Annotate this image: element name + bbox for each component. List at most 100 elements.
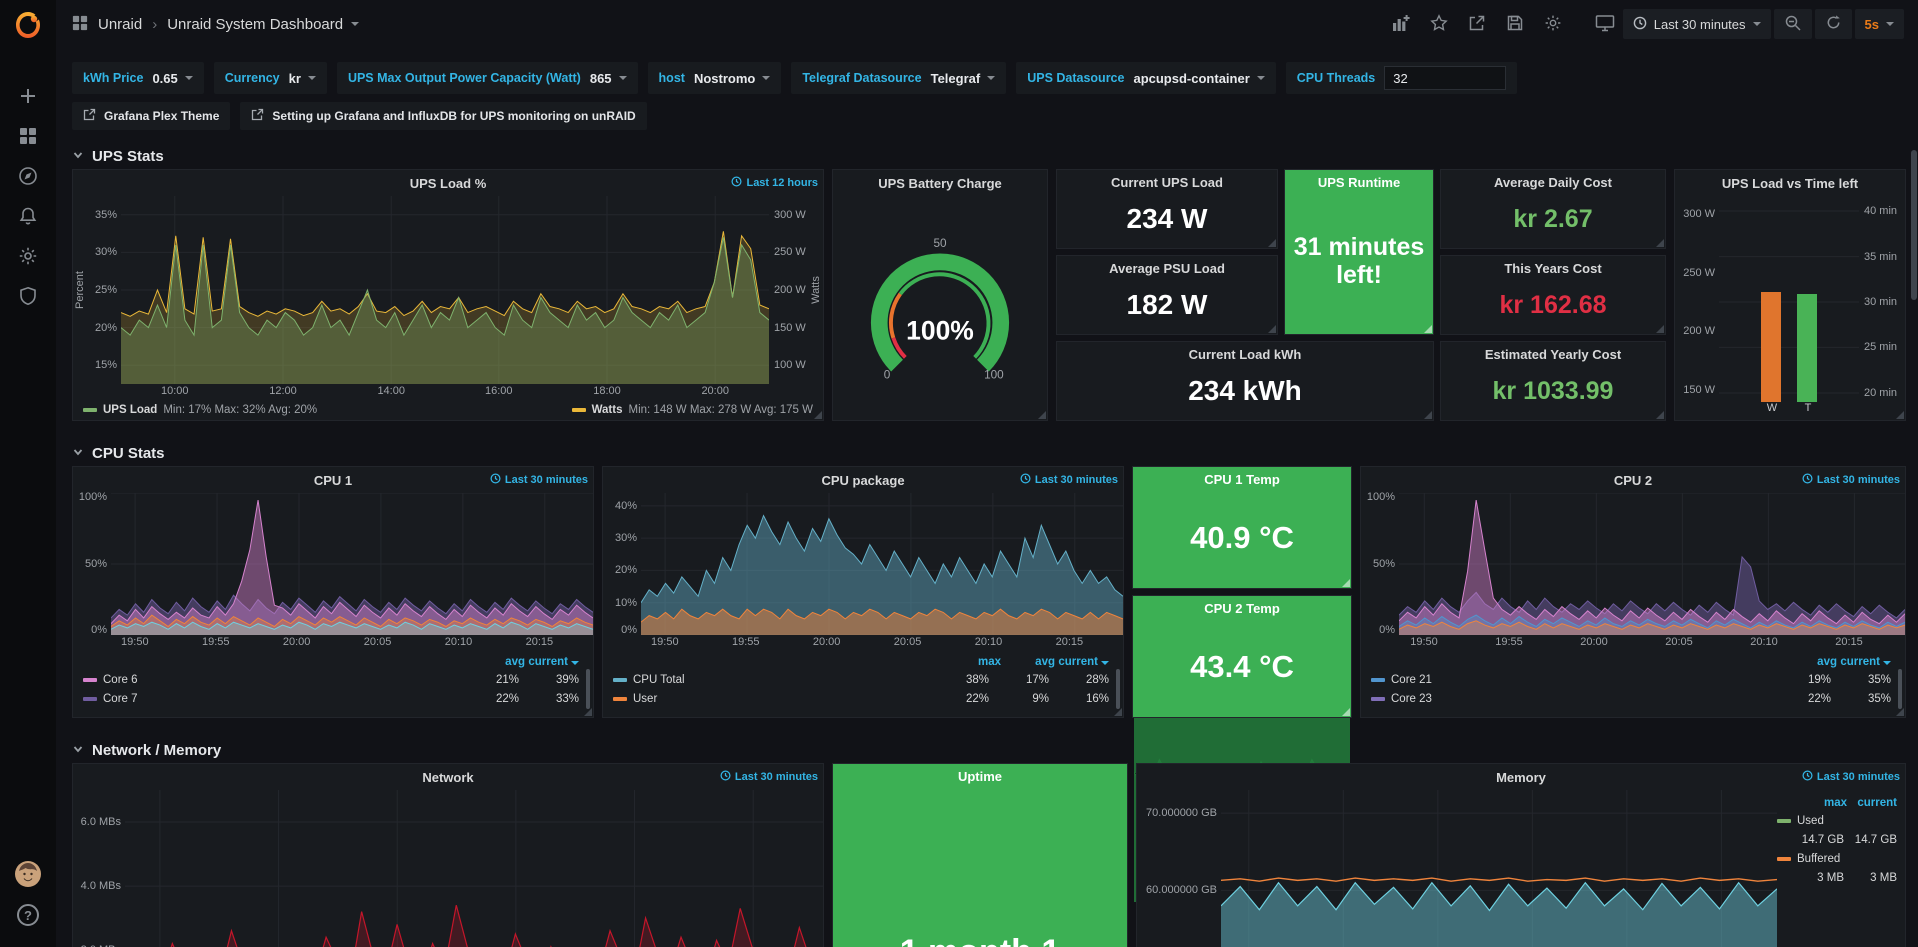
panel-time-override[interactable]: Last 30 minutes	[720, 770, 818, 784]
legend-sort-avg[interactable]: avg	[471, 656, 525, 668]
panel-resize-handle[interactable]	[1268, 239, 1276, 247]
cpu1-plot[interactable]	[111, 493, 593, 635]
time-range-picker[interactable]: Last 30 minutes	[1623, 9, 1771, 39]
panel-time-override[interactable]: Last 30 minutes	[1802, 770, 1900, 784]
panel-time-override[interactable]: Last 30 minutes	[490, 473, 588, 487]
variable-kwh-price[interactable]: kWh Price 0.65	[72, 62, 204, 94]
panel-title[interactable]: CPU 1	[314, 473, 352, 488]
variable-ups-datasource[interactable]: UPS Datasource apcupsd-container	[1016, 62, 1276, 94]
dashboard-settings-button[interactable]	[1538, 9, 1568, 39]
link-grafana-plex-theme[interactable]: Grafana Plex Theme	[72, 102, 230, 130]
panel-resize-handle[interactable]	[814, 411, 822, 419]
cpu2-plot[interactable]	[1399, 493, 1905, 635]
save-dashboard-button[interactable]	[1500, 9, 1530, 39]
cpu-threads-input[interactable]	[1384, 66, 1506, 90]
legend-series[interactable]: Core 23	[1391, 693, 1771, 705]
panel-resize-handle[interactable]	[1114, 708, 1122, 716]
panel-title[interactable]: CPU 2 Temp	[1204, 601, 1280, 616]
panel-time-override[interactable]: Last 12 hours	[731, 176, 818, 190]
panel-resize-handle[interactable]	[1342, 708, 1350, 716]
cycle-view-mode-button[interactable]	[1590, 9, 1620, 39]
zoom-out-time-button[interactable]	[1774, 9, 1812, 39]
legend-series[interactable]: User	[633, 693, 929, 705]
page-scrollbar[interactable]	[1911, 150, 1917, 300]
user-avatar[interactable]	[8, 855, 48, 895]
sidebar-item-dashboards[interactable]	[8, 117, 48, 157]
panel-resize-handle[interactable]	[1656, 239, 1664, 247]
star-dashboard-button[interactable]	[1424, 9, 1454, 39]
sidebar-item-create[interactable]	[8, 77, 48, 117]
refresh-interval-dropdown[interactable]: 5s	[1855, 9, 1904, 39]
variable-currency[interactable]: Currency kr	[214, 62, 327, 94]
panel-title[interactable]: Uptime	[958, 769, 1002, 784]
dashboard-title[interactable]: Unraid System Dashboard	[167, 16, 343, 33]
panel-resize-handle[interactable]	[1656, 411, 1664, 419]
panel-resize-handle[interactable]	[1424, 325, 1432, 333]
variable-telegraf-datasource[interactable]: Telegraf Datasource Telegraf	[791, 62, 1006, 94]
variable-host[interactable]: host Nostromo	[648, 62, 782, 94]
cpu-package-plot[interactable]	[641, 493, 1123, 635]
panel-title[interactable]: This Years Cost	[1504, 261, 1601, 276]
sidebar-item-alerting[interactable]	[8, 197, 48, 237]
link-ups-monitoring-guide[interactable]: Setting up Grafana and InfluxDB for UPS …	[240, 102, 646, 130]
panel-title[interactable]: UPS Load %	[410, 176, 487, 191]
legend-sort-avg[interactable]: avg	[1001, 656, 1055, 668]
panel-title[interactable]: Estimated Yearly Cost	[1485, 347, 1621, 362]
memory-plot[interactable]	[1221, 790, 1777, 947]
legend-scrollbar[interactable]	[586, 669, 590, 709]
panel-title[interactable]: Average PSU Load	[1109, 261, 1225, 276]
legend-series[interactable]: Core 6	[103, 674, 459, 686]
panel-resize-handle[interactable]	[1424, 411, 1432, 419]
panel-title[interactable]: CPU package	[821, 473, 904, 488]
panel-title[interactable]: CPU 2	[1614, 473, 1652, 488]
legend-series[interactable]: Core 21	[1391, 674, 1771, 686]
legend-sort-max[interactable]: max	[1797, 797, 1847, 809]
variable-ups-max-output[interactable]: UPS Max Output Power Capacity (Watt) 865	[337, 62, 638, 94]
ups-bars-plot[interactable]	[1719, 202, 1859, 402]
legend-sort-current[interactable]: current	[1055, 656, 1109, 668]
legend-sort-max[interactable]: max	[947, 656, 1001, 668]
panel-title[interactable]: UPS Load vs Time left	[1722, 176, 1858, 191]
dashboard-grid-icon[interactable]	[72, 15, 88, 34]
sidebar-item-help[interactable]: ?	[8, 895, 48, 935]
legend-series[interactable]: Buffered	[1797, 853, 1897, 865]
ups-load-plot[interactable]	[121, 196, 769, 384]
panel-title[interactable]: Current Load kWh	[1189, 347, 1302, 362]
legend-sort-current[interactable]: current	[1847, 797, 1897, 809]
legend-series[interactable]: Watts	[592, 404, 623, 416]
panel-title[interactable]: Memory	[1496, 770, 1546, 785]
sidebar-item-server-admin[interactable]	[8, 277, 48, 317]
panel-resize-handle[interactable]	[584, 708, 592, 716]
panel-resize-handle[interactable]	[1038, 411, 1046, 419]
legend-sort-current[interactable]: current	[525, 656, 579, 668]
network-plot[interactable]	[125, 790, 823, 947]
legend-scrollbar[interactable]	[1898, 669, 1902, 709]
grafana-logo[interactable]	[13, 10, 43, 43]
panel-title[interactable]: Average Daily Cost	[1494, 175, 1612, 190]
sidebar-item-explore[interactable]	[8, 157, 48, 197]
legend-sort-avg[interactable]: avg	[1783, 656, 1837, 668]
panel-resize-handle[interactable]	[1896, 411, 1904, 419]
panel-resize-handle[interactable]	[1268, 325, 1276, 333]
panel-time-override[interactable]: Last 30 minutes	[1020, 473, 1118, 487]
legend-series[interactable]: UPS Load	[103, 404, 157, 416]
section-ups-stats[interactable]: UPS Stats	[72, 148, 1906, 165]
refresh-button[interactable]	[1815, 9, 1852, 39]
panel-title[interactable]: CPU 1 Temp	[1204, 472, 1280, 487]
legend-series[interactable]: Core 7	[103, 693, 459, 705]
add-panel-button[interactable]	[1386, 9, 1416, 39]
section-network-memory[interactable]: Network / Memory	[72, 742, 1906, 759]
panel-title[interactable]: UPS Battery Charge	[878, 176, 1002, 191]
sidebar-item-configuration[interactable]	[8, 237, 48, 277]
panel-title[interactable]: UPS Runtime	[1318, 175, 1400, 190]
panel-resize-handle[interactable]	[1656, 325, 1664, 333]
section-cpu-stats[interactable]: CPU Stats	[72, 445, 1906, 462]
panel-time-override[interactable]: Last 30 minutes	[1802, 473, 1900, 487]
legend-series[interactable]: CPU Total	[633, 674, 929, 686]
breadcrumb-folder[interactable]: Unraid	[98, 16, 142, 33]
legend-scrollbar[interactable]	[1116, 669, 1120, 709]
panel-resize-handle[interactable]	[1342, 579, 1350, 587]
legend-series[interactable]: Used	[1797, 815, 1897, 827]
panel-resize-handle[interactable]	[1896, 708, 1904, 716]
panel-title[interactable]: Network	[422, 770, 473, 785]
